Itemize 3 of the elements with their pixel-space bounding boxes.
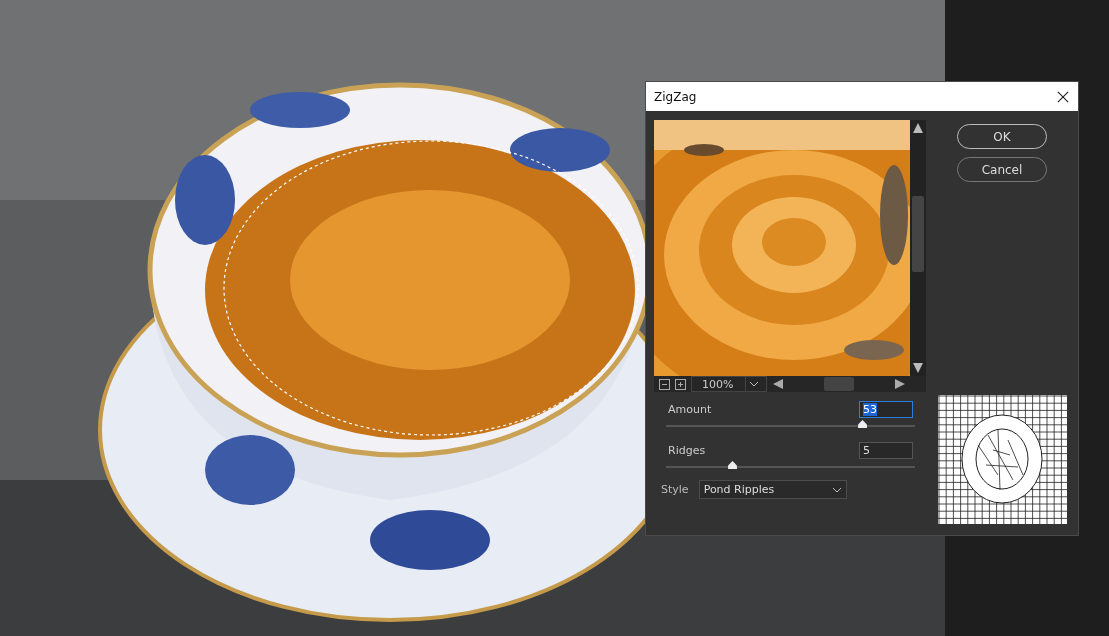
close-icon[interactable] xyxy=(1057,90,1069,103)
dialog-button[interactable]: Cancel xyxy=(957,157,1047,182)
dialog-button[interactable]: OK xyxy=(957,124,1047,149)
